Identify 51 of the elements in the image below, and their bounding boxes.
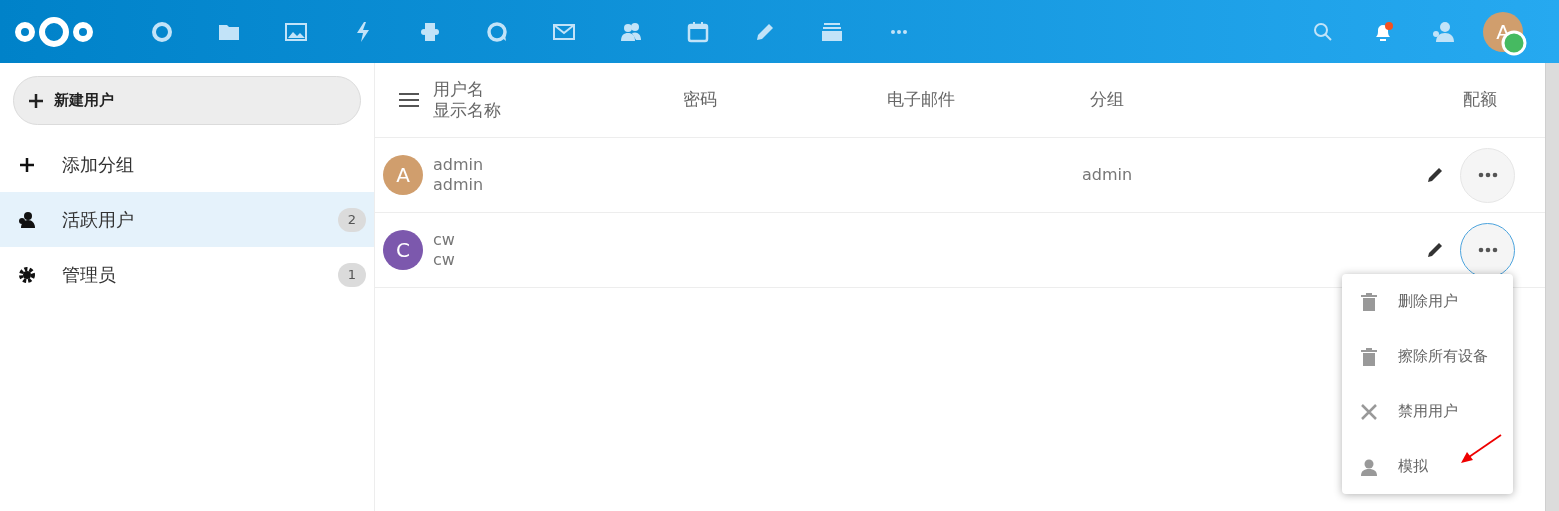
circle-icon[interactable] [150, 20, 173, 43]
close-icon [1360, 402, 1378, 421]
menu-item[interactable]: 模拟 [1342, 439, 1513, 494]
column-header: 密码 [683, 89, 717, 110]
plus-icon [18, 155, 36, 174]
new-user-button[interactable]: 新建用户 [13, 76, 361, 125]
user-avatar: A [383, 155, 423, 195]
column-header: 用户名 [433, 78, 485, 100]
contacts-icon[interactable] [619, 20, 642, 43]
calendar-icon[interactable] [686, 20, 709, 43]
more-icon [1477, 247, 1498, 253]
scrollbar[interactable] [1545, 63, 1559, 511]
menu-item[interactable]: 擦除所有设备 [1342, 329, 1513, 384]
menu-item[interactable]: 删除用户 [1342, 274, 1513, 329]
username: admin [433, 155, 485, 175]
username: cw [433, 230, 456, 250]
item-label: 活跃用户 [62, 208, 134, 232]
user-avatar: C [383, 230, 423, 270]
contacts-icon[interactable] [1431, 20, 1455, 43]
sidebar-item[interactable]: 活跃用户 2 [0, 192, 374, 247]
plus-icon [28, 92, 44, 109]
gear-icon [18, 265, 36, 284]
column-header: 配额 [1463, 88, 1497, 112]
logo-icon[interactable] [14, 14, 94, 49]
column-header: 分组 [1090, 89, 1124, 110]
menu-item[interactable]: 禁用用户 [1342, 384, 1513, 439]
pencil-icon[interactable] [1426, 166, 1444, 184]
menu-icon[interactable] [399, 92, 419, 109]
count-badge: 2 [338, 207, 366, 232]
trash-icon [1360, 292, 1378, 311]
display-name: admin [433, 175, 485, 195]
users-icon [18, 210, 36, 229]
column-header: 电子邮件 [887, 89, 955, 110]
puzzle-icon[interactable] [418, 20, 441, 43]
item-label: 添加分组 [62, 153, 134, 177]
count-badge: 1 [338, 262, 366, 287]
display-name: cw [433, 250, 456, 270]
trash-icon [1360, 347, 1378, 366]
chat-bubble-icon[interactable] [485, 20, 508, 43]
search-icon[interactable] [1313, 21, 1333, 42]
sidebar-item[interactable]: 管理员 1 [0, 247, 374, 302]
item-label: 管理员 [62, 263, 116, 287]
group-name: admin [1082, 165, 1133, 184]
more-icon [1477, 172, 1498, 178]
pencil-icon[interactable] [1426, 241, 1444, 259]
sidebar-item[interactable]: 添加分组 [0, 137, 374, 192]
person-icon [1360, 457, 1378, 476]
image-icon[interactable] [284, 20, 307, 43]
annotation-arrow [1459, 433, 1503, 465]
column-header: 显示名称 [433, 100, 502, 122]
stack-icon[interactable] [820, 20, 843, 43]
